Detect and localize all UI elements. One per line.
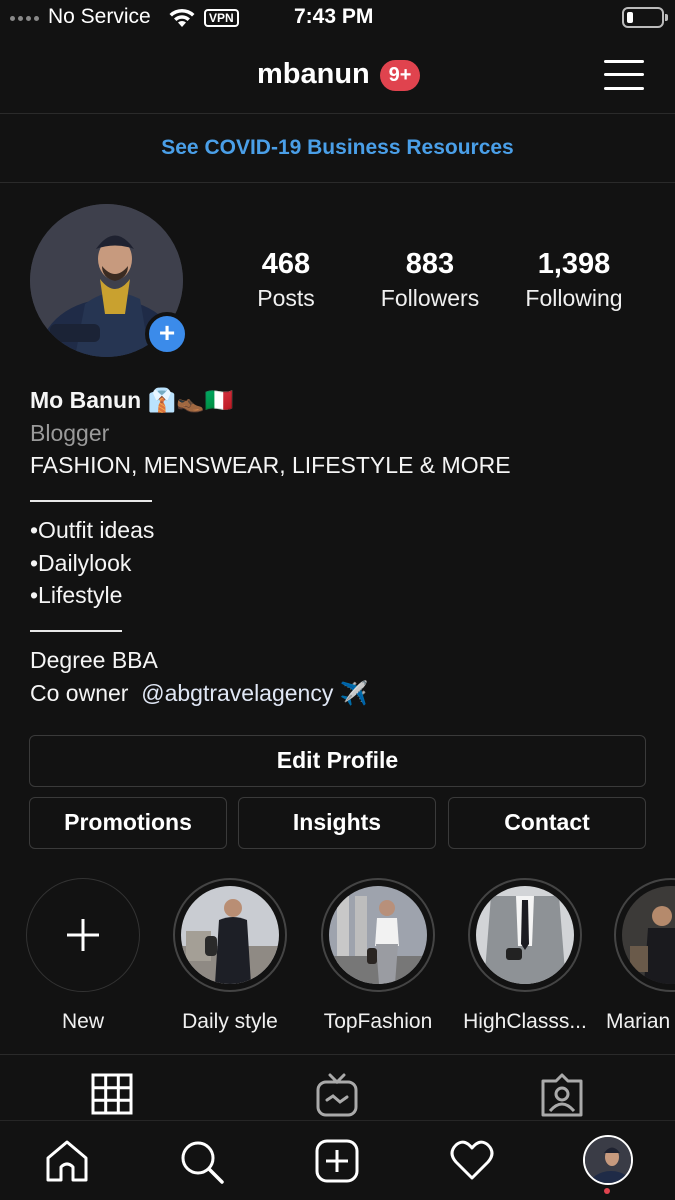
highlight-thumbnail — [476, 886, 574, 984]
vpn-badge: VPN — [204, 9, 239, 27]
posts-label: Posts — [257, 285, 315, 311]
edit-profile-button[interactable]: Edit Profile — [29, 735, 646, 787]
highlight-topfashion[interactable]: TopFashion — [320, 878, 436, 1034]
owner-prefix: Co owner — [30, 679, 142, 706]
following-stat[interactable]: 1,398 Following — [514, 248, 634, 312]
followers-label: Followers — [380, 285, 480, 311]
highlight-label: TopFashion — [323, 1010, 433, 1033]
following-count: 1,398 — [537, 248, 611, 280]
highlight-thumbnail — [181, 886, 279, 984]
highlight-highclass[interactable]: HighClasss... — [461, 878, 589, 1034]
clock: 7:43 PM — [294, 5, 374, 28]
display-name: Mo Banun 👔👞🇮🇹 — [30, 387, 234, 413]
bottom-navigation — [0, 1120, 675, 1200]
username-switcher[interactable]: mbanun — [257, 58, 370, 91]
bio-list-item: •Lifestyle — [30, 582, 123, 608]
contact-button[interactable]: Contact — [448, 797, 646, 849]
promotions-button[interactable]: Promotions — [29, 797, 227, 849]
followers-count: 883 — [405, 248, 455, 280]
tagged-icon[interactable] — [540, 1073, 584, 1117]
highlight-label: HighClasss... — [463, 1010, 587, 1033]
bio-list-item: •Dailylook — [30, 549, 132, 576]
profile-tabs — [0, 1054, 675, 1120]
highlight-label: New — [61, 1010, 104, 1033]
mention-link[interactable]: @abgtravelagency — [141, 680, 333, 706]
followers-stat[interactable]: 883 Followers — [370, 248, 490, 312]
highlight-label: Daily style — [182, 1010, 278, 1033]
add-post-icon[interactable] — [315, 1139, 359, 1183]
profile-bio: Mo Banun 👔👞🇮🇹 Blogger FASHION, MENSWEAR,… — [30, 384, 650, 709]
following-label: Following — [525, 285, 623, 311]
bio-divider — [30, 482, 650, 515]
add-story-button[interactable]: + — [145, 312, 189, 356]
highlight-marian[interactable]: Marian — [606, 878, 675, 1034]
igtv-icon[interactable] — [316, 1073, 358, 1117]
grid-icon[interactable] — [91, 1073, 133, 1115]
highlight-thumbnail — [329, 886, 427, 984]
wifi-icon — [169, 8, 195, 27]
bio-owner-line: Co owner @abgtravelagency ✈️ — [30, 677, 650, 710]
highlight-new[interactable]: New — [25, 878, 141, 1034]
bio-tagline: FASHION, MENSWEAR, LIFESTYLE & MORE — [30, 452, 511, 478]
profile-tab-photo — [585, 1137, 631, 1183]
bio-divider — [30, 612, 650, 645]
battery-icon — [622, 7, 668, 28]
carrier-label: No Service — [48, 5, 151, 28]
menu-icon[interactable] — [604, 58, 644, 92]
profile-tab-avatar[interactable] — [583, 1135, 633, 1185]
highlight-daily-style[interactable]: Daily style — [172, 878, 288, 1034]
profile-header: mbanun 9+ — [0, 40, 675, 114]
search-icon[interactable] — [179, 1139, 225, 1185]
bio-degree: Degree BBA — [30, 647, 158, 673]
category-label: Blogger — [30, 419, 110, 446]
insights-button[interactable]: Insights — [238, 797, 436, 849]
covid-resources-link[interactable]: See COVID-19 Business Resources — [0, 115, 675, 183]
profile-notification-dot — [604, 1188, 610, 1194]
plus-icon — [67, 919, 99, 951]
home-icon[interactable] — [45, 1139, 89, 1183]
highlight-thumbnail — [622, 886, 675, 984]
posts-count: 468 — [261, 248, 311, 280]
notification-badge[interactable]: 9+ — [380, 60, 420, 91]
bio-list-item: •Outfit ideas — [30, 517, 155, 543]
posts-stat[interactable]: 468 Posts — [246, 248, 326, 312]
highlight-label: Marian — [606, 1010, 671, 1033]
signal-icon — [10, 16, 39, 21]
status-bar: No Service VPN 7:43 PM — [0, 0, 675, 36]
heart-icon[interactable] — [450, 1139, 494, 1181]
plane-emoji: ✈️ — [333, 679, 369, 706]
